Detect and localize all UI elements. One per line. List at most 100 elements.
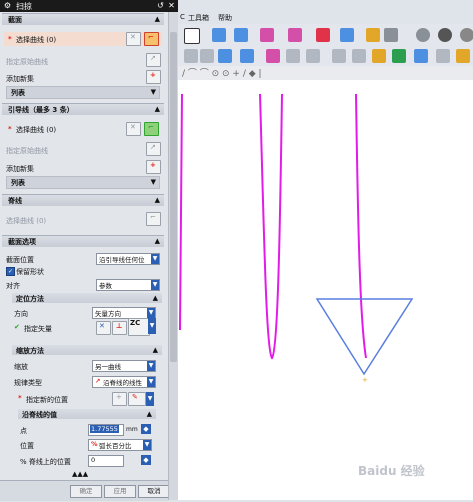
point-type-button[interactable]: ✎ [128, 392, 146, 406]
scale-select[interactable]: 另一曲线 ▼ [92, 360, 156, 372]
alignment-select[interactable]: 参数 ▼ [96, 279, 160, 291]
arc-icon[interactable] [306, 49, 320, 63]
vector-dialog-icon[interactable]: ✕ [96, 321, 111, 335]
point-dropdown-arrow-icon[interactable]: ▼ [146, 392, 154, 406]
menu-help[interactable]: 帮助 [218, 13, 232, 23]
point-marker: + [362, 376, 368, 384]
spine-curve-select-icon[interactable]: ⌐ [146, 212, 161, 226]
point-icon[interactable] [200, 49, 214, 63]
keep-shape-label: 保留形状 [16, 268, 44, 276]
ok-button[interactable]: 确定 [70, 485, 102, 498]
specify-vector-label: 指定矢量 [24, 325, 52, 333]
csys-icon[interactable] [240, 49, 254, 63]
vector-dropdown-arrow-icon[interactable]: ▼ [148, 318, 156, 334]
plane-icon[interactable] [218, 49, 232, 63]
specify-origin-button[interactable]: ↗ [146, 53, 161, 67]
reverse-direction-icon[interactable]: ⊥ [112, 321, 127, 335]
percent-position-input[interactable]: 0 [88, 455, 124, 467]
feature-icon[interactable] [366, 28, 380, 42]
section-position-select[interactable]: 沿引导线任何位 ▼ [96, 253, 160, 265]
apply-button[interactable]: 应用 [104, 485, 136, 498]
deselect-icon[interactable]: ✕ [126, 32, 141, 46]
list-toggle[interactable]: 列表 ▼ [6, 86, 160, 99]
list-toggle[interactable]: 列表 ▼ [6, 176, 160, 189]
revolve-icon[interactable] [234, 28, 248, 42]
layer-icon[interactable] [372, 49, 386, 63]
specify-origin-label: 指定原始曲线 [6, 147, 48, 155]
guide-select-curve-row[interactable]: * 选择曲线 (0) ✕ ⌐ [4, 122, 162, 136]
trim-icon[interactable] [316, 28, 330, 42]
menu-bar: C 工具箱 帮助 [178, 12, 473, 24]
gear-icon[interactable]: ⚙ [3, 1, 12, 10]
add-new-set-button[interactable]: + [146, 160, 161, 174]
subsection-header-spine-values[interactable]: 沿脊线的值 ▲ [18, 409, 156, 419]
select-value: 沿引导线任何位 [99, 256, 145, 264]
orient-icon[interactable] [436, 49, 450, 63]
direction-label: 方向 [14, 310, 28, 318]
extrude-icon[interactable] [212, 28, 226, 42]
section-header-spine[interactable]: 脊线 ▲ [2, 194, 164, 206]
cancel-button[interactable]: 取消 [138, 485, 170, 498]
select-curve-row[interactable]: * 选择曲线 (0) ✕ ⌐ [4, 32, 162, 46]
menu-toolbox[interactable]: 工具箱 [188, 13, 209, 23]
section-header-curves[interactable]: 截面 ▲ [2, 13, 164, 25]
rectangle-icon[interactable] [184, 28, 200, 44]
law-type-icon: ↗ [95, 377, 101, 385]
select-value: 参数 [99, 282, 112, 290]
section-header-options[interactable]: 截面选项 ▲ [2, 235, 164, 247]
alignment-label: 对齐 [6, 282, 20, 290]
subsection-title: 缩放方法 [16, 347, 44, 355]
law-type-select[interactable]: 沿脊线的线性 ↗ ▼ [92, 376, 156, 388]
curve-select-icon[interactable]: ⌐ [144, 122, 159, 136]
point-option-icon[interactable]: ◆ [141, 424, 151, 434]
arc-length-icon: % [91, 440, 98, 448]
line-icon[interactable] [286, 49, 300, 63]
select-curve-label: 选择曲线 (0) [16, 126, 57, 134]
sketch-toolbar: / ⌒ ⌒ ⊙ ⊙ + / ◆ | [178, 66, 473, 80]
middle-guide-curve[interactable] [259, 93, 283, 360]
scrollbar-thumb[interactable] [170, 32, 177, 362]
measure-icon[interactable] [414, 49, 428, 63]
right-guide-curve[interactable] [355, 93, 367, 359]
sphere-icon[interactable] [460, 28, 473, 42]
table-icon[interactable] [352, 49, 366, 63]
left-guide-curve[interactable] [179, 93, 183, 331]
sketch-tools-icon[interactable]: / ⌒ ⌒ ⊙ ⊙ + / ◆ | [182, 66, 262, 79]
specify-origin-button[interactable]: ↗ [146, 142, 161, 156]
curve-icon[interactable] [184, 49, 198, 63]
view-icon[interactable] [384, 28, 398, 42]
section-header-guides[interactable]: 引导线（最多 3 条） ▲ [2, 103, 164, 115]
sweep-dialog-panel: 截面 ▲ * 选择曲线 (0) ✕ ⌐ 指定原始曲线 ↗ 添加新集 + 列表 ▼… [0, 12, 170, 501]
chevron-up-icon: ▲ [152, 346, 158, 354]
position-select[interactable]: 弧长百分比 % ▼ [88, 439, 152, 451]
vector-type-button[interactable]: ZC [128, 318, 150, 336]
percent-option-icon[interactable]: ◆ [141, 455, 151, 465]
shade-icon[interactable] [416, 28, 430, 42]
chamfer-icon[interactable] [288, 28, 302, 42]
collapse-more-icon[interactable]: ▲▲▲ [72, 470, 88, 478]
spline-icon[interactable] [266, 49, 280, 63]
point-dialog-icon[interactable]: + [112, 392, 127, 406]
render-icon[interactable] [438, 28, 452, 42]
specify-origin-label: 指定原始曲线 [6, 58, 48, 66]
grid-icon[interactable] [332, 49, 346, 63]
add-new-set-label: 添加新集 [6, 75, 34, 83]
point-value-input[interactable]: 1.77555 [88, 424, 124, 436]
deselect-icon[interactable]: ✕ [126, 122, 141, 136]
subsection-header-scaling[interactable]: 缩放方法 ▲ [12, 345, 162, 355]
move-icon[interactable] [392, 49, 406, 63]
close-icon[interactable]: ✕ [167, 1, 176, 10]
subsection-header-orientation[interactable]: 定位方法 ▲ [12, 293, 162, 303]
dropdown-arrow-icon: ▼ [147, 361, 155, 371]
select-value: 矢量方向 [95, 310, 121, 318]
blend-icon[interactable] [260, 28, 274, 42]
keep-shape-checkbox[interactable]: ✓ [6, 267, 15, 276]
spine-select-curve-label: 选择曲线 (0) [6, 217, 47, 225]
reset-icon[interactable]: ↺ [156, 1, 165, 10]
dropdown-arrow-icon: ▼ [147, 377, 155, 387]
curve-select-icon[interactable]: ⌐ [144, 32, 159, 46]
offset-icon[interactable] [340, 28, 354, 42]
add-new-set-button[interactable]: + [146, 70, 161, 84]
analysis-icon[interactable] [456, 49, 470, 63]
graphics-canvas[interactable]: + Baidu 经验 [178, 80, 473, 500]
